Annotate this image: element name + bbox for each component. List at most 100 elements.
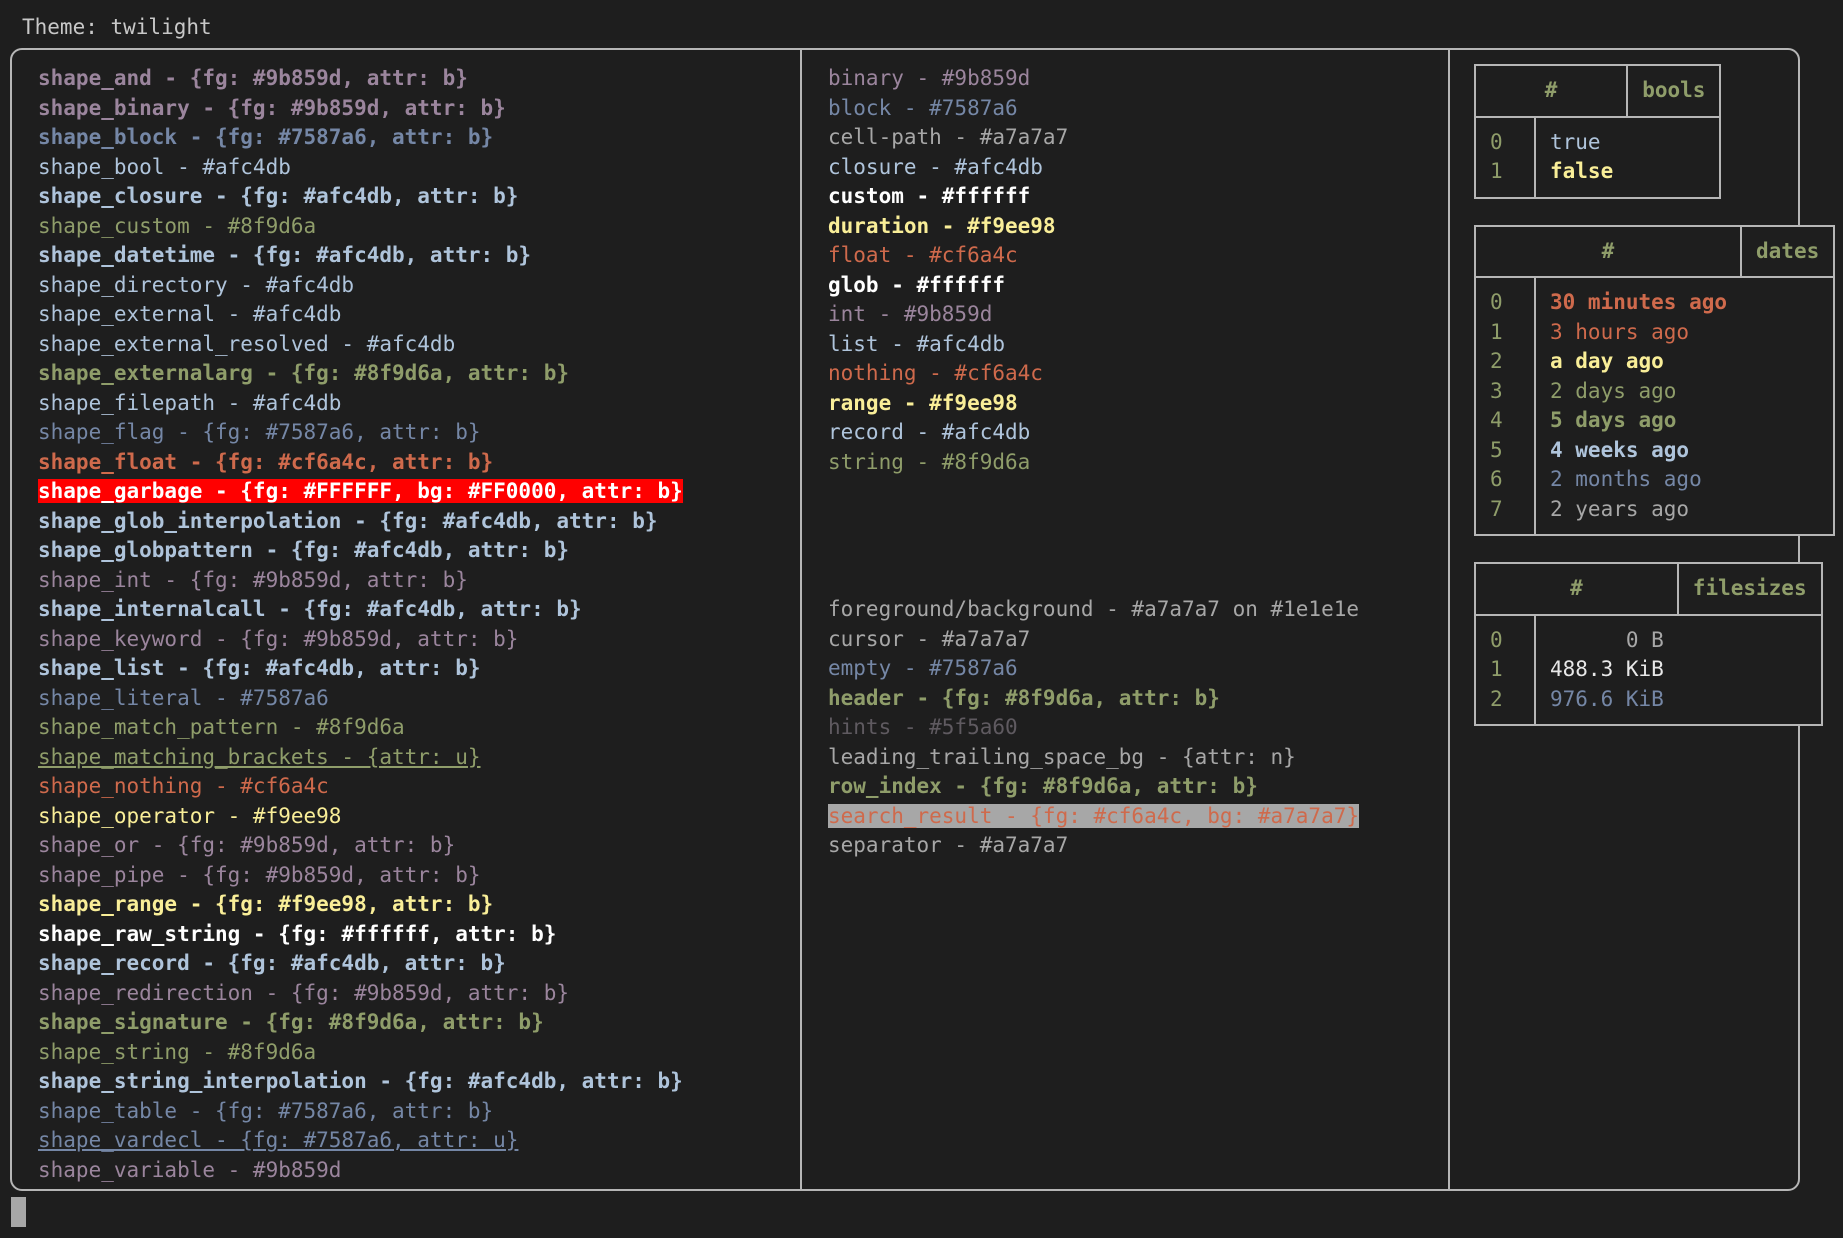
- shape-line: shape_external - #afc4db: [38, 300, 800, 330]
- dates-table: # dates 0 30 minutes ago 1 3 hours ago 2 a da…: [1474, 224, 1836, 536]
- type-line-text: range - #f9ee98: [828, 390, 1018, 415]
- shape-line-text: shape_internalcall - {fg: #afc4db, attr:…: [38, 597, 582, 621]
- shape-line-text: shape_block - {fg: #7587a6, attr: b}: [38, 125, 494, 149]
- type-line-text: record - #afc4db: [828, 420, 1031, 444]
- ui-line-text: cursor - #a7a7a7: [828, 626, 1031, 651]
- shape-line: shape_range - {fg: #f9ee98, attr: b}: [38, 890, 800, 920]
- shape-line: shape_externalarg - {fg: #8f9d6a, attr: …: [38, 359, 800, 389]
- shape-line-text: shape_datetime - {fg: #afc4db, attr: b}: [38, 243, 532, 267]
- row-value: 2 days ago: [1550, 378, 1677, 403]
- row-value: true: [1550, 129, 1601, 154]
- shape-line-text: shape_variable - #9b859d: [38, 1157, 342, 1182]
- shape-line: shape_match_pattern - #8f9d6a: [38, 713, 800, 743]
- column-header-index: #: [1475, 225, 1743, 278]
- shape-line: shape_datetime - {fg: #afc4db, attr: b}: [38, 241, 800, 271]
- shape-line-text: shape_glob_interpolation - {fg: #afc4db,…: [38, 508, 658, 533]
- shape-line-text: shape_float - {fg: #cf6a4c, attr: b}: [38, 449, 494, 474]
- shape-line: shape_literal - #7587a6: [38, 684, 800, 714]
- type-line-text: block - #7587a6: [828, 95, 1018, 120]
- row-index: 3: [1476, 376, 1536, 406]
- shape-line-text: shape_directory - #afc4db: [38, 272, 355, 297]
- column-header-filesizes: filesizes: [1677, 563, 1822, 616]
- type-line: glob - #ffffff: [828, 271, 1448, 301]
- shape-line: shape_variable - #9b859d: [38, 1156, 800, 1186]
- type-line: float - #cf6a4c: [828, 241, 1448, 271]
- shape-line-text: shape_match_pattern - #8f9d6a: [38, 715, 405, 739]
- filesizes-table: # filesizes 0 0 B 1 488.3 KiB 2 976.6 KiB: [1474, 562, 1823, 726]
- shape-line: shape_or - {fg: #9b859d, attr: b}: [38, 831, 800, 861]
- table-row: 0 0 B: [1476, 615, 1678, 655]
- shape-line-text: shape_binary - {fg: #9b859d, attr: b}: [38, 95, 506, 120]
- table-row: 5 4 weeks ago: [1476, 435, 1741, 465]
- type-line: list - #afc4db: [828, 330, 1448, 360]
- table-row: 0 30 minutes ago: [1476, 278, 1741, 318]
- table-row: 1 false: [1476, 157, 1627, 197]
- shape-line-text: shape_pipe - {fg: #9b859d, attr: b}: [38, 862, 481, 887]
- shape-line-text: shape_redirection - {fg: #9b859d, attr: …: [38, 980, 570, 1005]
- shape-line-text: shape_operator - #f9ee98: [38, 803, 342, 828]
- column-header-index: #: [1475, 563, 1679, 616]
- shape-line: shape_flag - {fg: #7587a6, attr: b}: [38, 418, 800, 448]
- ui-line: cursor - #a7a7a7: [828, 625, 1448, 655]
- row-index: 2: [1476, 347, 1536, 377]
- bools-table: # bools 0 true 1 false: [1474, 64, 1722, 199]
- shape-line: shape_list - {fg: #afc4db, attr: b}: [38, 654, 800, 684]
- row-value: 5 days ago: [1550, 408, 1677, 432]
- bools-table-body: 0 true 1 false: [1476, 117, 1627, 197]
- row-index: 2: [1476, 684, 1536, 724]
- shape-line: shape_int - {fg: #9b859d, attr: b}: [38, 566, 800, 596]
- shape-line: shape_raw_string - {fg: #ffffff, attr: b…: [38, 920, 800, 950]
- row-index: 0: [1476, 117, 1536, 157]
- type-line: range - #f9ee98: [828, 389, 1448, 419]
- shape-line-text: shape_list - {fg: #afc4db, attr: b}: [38, 656, 481, 680]
- type-line: block - #7587a6: [828, 94, 1448, 124]
- column-spacer: [828, 477, 1448, 595]
- shape-line-text: shape_flag - {fg: #7587a6, attr: b}: [38, 420, 481, 444]
- row-value: 2 months ago: [1550, 467, 1702, 491]
- row-index: 6: [1476, 465, 1536, 495]
- column-header-dates: dates: [1741, 225, 1835, 278]
- type-line-text: string - #8f9d6a: [828, 449, 1031, 474]
- table-row: 2 976.6 KiB: [1476, 684, 1678, 724]
- shape-line-text: shape_custom - #8f9d6a: [38, 213, 317, 238]
- row-value: 976.6 KiB: [1550, 686, 1664, 711]
- type-line: binary - #9b859d: [828, 64, 1448, 94]
- type-line-text: binary - #9b859d: [828, 66, 1031, 90]
- ui-line: row_index - {fg: #8f9d6a, attr: b}: [828, 772, 1448, 802]
- shape-line: shape_bool - #afc4db: [38, 153, 800, 183]
- table-header-row: # filesizes: [1475, 563, 1822, 616]
- shape-line-text: shape_or - {fg: #9b859d, attr: b}: [38, 833, 456, 857]
- ui-line-text: foreground/background - #a7a7a7 on #1e1e…: [828, 597, 1360, 621]
- ui-line: empty - #7587a6: [828, 654, 1448, 684]
- shape-line: shape_block - {fg: #7587a6, attr: b}: [38, 123, 800, 153]
- types-and-ui-column: binary - #9b859d block - #7587a6 cell-path…: [802, 50, 1450, 1189]
- row-index: 1: [1476, 655, 1536, 685]
- row-index: 0: [1476, 615, 1536, 655]
- ui-line-text: empty - #7587a6: [828, 656, 1018, 680]
- shape-line: shape_string - #8f9d6a: [38, 1038, 800, 1068]
- shape-line-text: shape_external_resolved - #afc4db: [38, 331, 456, 356]
- shape-line: shape_and - {fg: #9b859d, attr: b}: [38, 64, 800, 94]
- dates-table-body: 0 30 minutes ago 1 3 hours ago 2 a day ago 3 2 …: [1476, 278, 1741, 534]
- shape-line: shape_filepath - #afc4db: [38, 389, 800, 419]
- type-line: int - #9b859d: [828, 300, 1448, 330]
- shape-line: shape_signature - {fg: #8f9d6a, attr: b}: [38, 1008, 800, 1038]
- table-header-row: # dates: [1475, 225, 1835, 278]
- table-header-row: # bools: [1475, 65, 1721, 118]
- type-line-text: list - #afc4db: [828, 331, 1006, 356]
- row-index: 0: [1476, 278, 1536, 318]
- row-value: false: [1550, 159, 1614, 183]
- type-line-text: nothing - #cf6a4c: [828, 361, 1043, 385]
- filesizes-table-body: 0 0 B 1 488.3 KiB 2 976.6 KiB: [1476, 615, 1678, 724]
- row-index: 1: [1476, 317, 1536, 347]
- shape-line-text: shape_string_interpolation - {fg: #afc4d…: [38, 1069, 683, 1093]
- type-line: cell-path - #a7a7a7: [828, 123, 1448, 153]
- column-header-bools: bools: [1627, 65, 1721, 118]
- shape-line-text: shape_record - {fg: #afc4db, attr: b}: [38, 951, 506, 975]
- type-line-text: custom - #ffffff: [828, 184, 1031, 208]
- shape-line-text: shape_globpattern - {fg: #afc4db, attr: …: [38, 538, 570, 562]
- ui-line-text: leading_trailing_space_bg - {attr: n}: [828, 744, 1296, 769]
- shape-line: shape_table - {fg: #7587a6, attr: b}: [38, 1097, 800, 1127]
- shape-line: shape_custom - #8f9d6a: [38, 212, 800, 242]
- ui-line: leading_trailing_space_bg - {attr: n}: [828, 743, 1448, 773]
